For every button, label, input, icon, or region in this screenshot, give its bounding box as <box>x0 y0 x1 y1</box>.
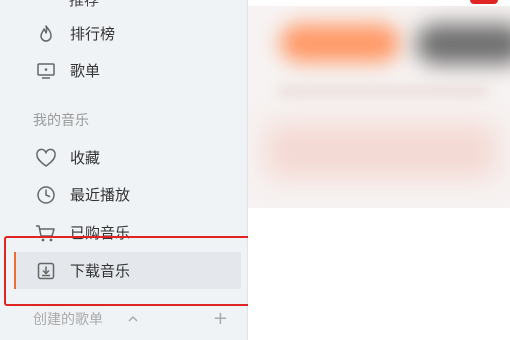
blurred-element <box>416 24 510 64</box>
sidebar-item-label: 排行榜 <box>70 25 116 43</box>
fire-icon <box>34 22 58 46</box>
created-playlists-header: 创建的歌单 + <box>33 308 228 330</box>
sidebar-item-label: 推荐 <box>69 0 99 10</box>
sidebar-item-label: 最近播放 <box>70 186 131 204</box>
sidebar-item-label: 已购音乐 <box>70 224 131 242</box>
section-title-created-playlists: 创建的歌单 <box>33 312 103 328</box>
sidebar: 推荐 排行榜 歌单 我的音乐 收藏 最近播放 已购音乐 <box>0 0 248 340</box>
chevron-up-icon[interactable] <box>125 311 141 327</box>
blurred-banner <box>248 6 510 208</box>
top-red-tab <box>470 0 498 4</box>
sidebar-item-favorites[interactable]: 收藏 <box>16 139 241 176</box>
sidebar-item-label: 收藏 <box>70 149 101 167</box>
sidebar-item-label: 歌单 <box>70 62 101 80</box>
podcast-icon <box>33 0 57 8</box>
sidebar-item-recommend[interactable]: 推荐 <box>33 0 99 10</box>
heart-icon <box>34 146 58 170</box>
main-content <box>248 0 510 340</box>
blurred-element <box>280 24 400 62</box>
sidebar-item-recent[interactable]: 最近播放 <box>16 176 241 213</box>
clock-icon <box>34 183 58 207</box>
sidebar-item-charts[interactable]: 排行榜 <box>16 15 241 52</box>
sidebar-item-downloads[interactable]: 下载音乐 <box>16 252 241 289</box>
section-title-my-music: 我的音乐 <box>33 113 89 129</box>
download-icon <box>34 259 58 283</box>
sidebar-item-label: 下载音乐 <box>70 262 131 280</box>
blurred-element <box>266 124 496 178</box>
cart-icon <box>34 221 58 245</box>
sidebar-item-playlists[interactable]: 歌单 <box>16 52 241 89</box>
blurred-element <box>278 86 488 96</box>
sidebar-item-purchased[interactable]: 已购音乐 <box>16 214 241 251</box>
monitor-icon <box>34 59 58 83</box>
add-playlist-button[interactable]: + <box>213 310 228 328</box>
